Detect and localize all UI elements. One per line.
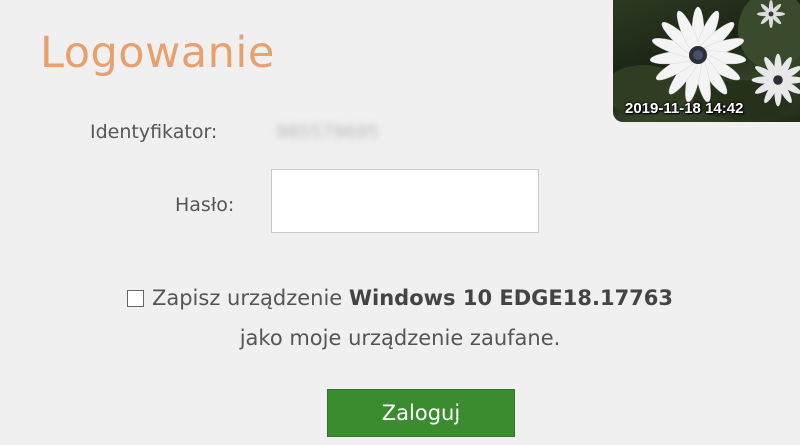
remember-text-before: Zapisz urządzenie (151, 286, 349, 310)
login-button[interactable]: Zaloguj (327, 389, 515, 437)
password-label: Hasło: (175, 194, 235, 216)
identifier-value: 985579695 (276, 122, 380, 143)
password-input[interactable] (271, 169, 539, 233)
identifier-label: Identyfikator: (90, 121, 218, 143)
security-image-timestamp: 2019-11-18 14:42 (625, 100, 744, 117)
device-name: Windows 10 EDGE18.17763 (348, 286, 674, 310)
security-image: 2019-11-18 14:42 (613, 0, 800, 122)
remember-device-option: Zapisz urządzenie Windows 10 EDGE18.1776… (0, 278, 800, 358)
remember-device-checkbox[interactable] (126, 289, 144, 307)
page-title: Logowanie (40, 28, 275, 78)
remember-text-after: jako moje urządzenie zaufane. (239, 326, 561, 350)
